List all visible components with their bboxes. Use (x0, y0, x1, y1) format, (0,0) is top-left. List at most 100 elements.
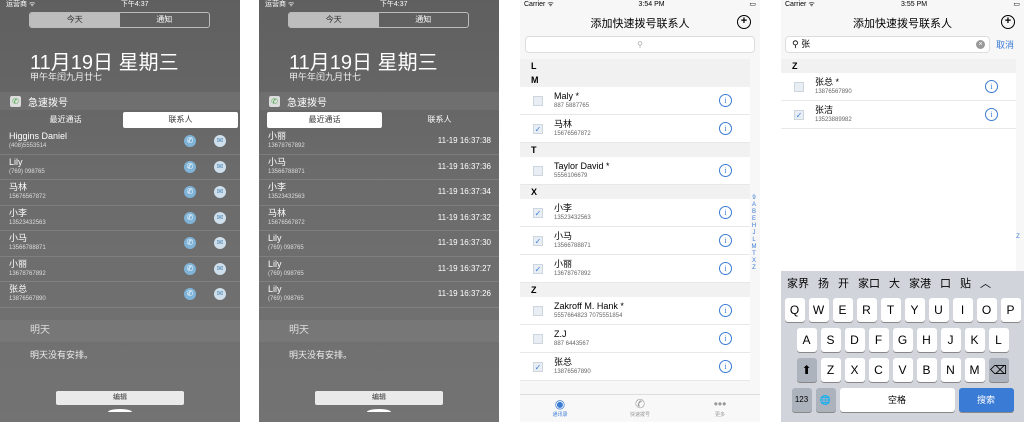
info-icon[interactable]: i (719, 332, 732, 345)
index-letter[interactable]: J (751, 230, 757, 237)
checkbox[interactable] (533, 306, 543, 316)
drag-handle-icon[interactable] (108, 409, 132, 415)
widget-header[interactable]: ✆ 急速拨号 (259, 92, 499, 110)
key[interactable]: C (868, 358, 889, 382)
call-icon[interactable]: ✆ (184, 186, 196, 198)
contact-row[interactable]: Higgins Daniel (408)5553514 ✆ ✉ (0, 129, 240, 155)
search-input[interactable]: ⚲ 张 × (785, 36, 990, 53)
call-row[interactable]: Lily (769) 098765 11-19 16:37:27 (259, 257, 499, 282)
index-letter[interactable]: H (751, 223, 757, 230)
checkbox[interactable]: ✓ (533, 264, 543, 274)
index-letter[interactable]: A (751, 202, 757, 209)
search-key[interactable]: 搜索 (958, 388, 1014, 412)
call-icon[interactable]: ✆ (184, 160, 196, 173)
contact-row[interactable]: 马林 15676567872 ✆ ✉ (0, 180, 240, 206)
index-letter[interactable]: X (751, 258, 757, 265)
list-item[interactable]: ✓ 小丽 13678767892 i (520, 255, 750, 283)
message-icon[interactable]: ✉ (214, 211, 226, 224)
info-icon[interactable]: i (985, 108, 998, 121)
key[interactable]: I (952, 298, 973, 322)
key[interactable]: F (868, 328, 889, 352)
key[interactable]: Y (904, 298, 925, 322)
key[interactable]: W (808, 298, 829, 322)
add-icon[interactable]: + (1001, 15, 1015, 29)
message-icon[interactable]: ✉ (214, 160, 226, 173)
candidate[interactable]: 家口 (858, 275, 880, 291)
info-icon[interactable]: i (719, 206, 732, 219)
call-row[interactable]: 马林 15676567872 11-19 16:37:32 (259, 206, 499, 231)
key[interactable]: H (916, 328, 937, 352)
tab-recent-calls[interactable]: 最近通话 (267, 112, 382, 128)
key[interactable]: R (856, 298, 877, 322)
list-item[interactable]: Taylor David * 5556106679 i (520, 157, 750, 185)
contact-row[interactable]: 小马 13566788871 ✆ ✉ (0, 231, 240, 257)
candidate[interactable]: 扬 (818, 275, 829, 291)
tab-today[interactable]: 今天 (289, 13, 379, 27)
tab-contacts[interactable]: ◉ 通讯录 (520, 395, 600, 422)
key[interactable]: P (1000, 298, 1021, 322)
contact-row[interactable]: 小丽 13678767892 ✆ ✉ (0, 257, 240, 282)
checkbox[interactable] (533, 334, 543, 344)
key[interactable]: B (916, 358, 937, 382)
tab-speed-dial[interactable]: ✆ 快速拨号 (600, 395, 680, 422)
candidate[interactable]: 开 (838, 275, 849, 291)
call-row[interactable]: Lily (769) 098765 11-19 16:37:26 (259, 282, 499, 308)
checkbox[interactable] (533, 166, 543, 176)
key[interactable]: V (892, 358, 913, 382)
key[interactable]: N (940, 358, 961, 382)
key[interactable]: S (820, 328, 841, 352)
add-icon[interactable]: + (737, 15, 751, 29)
list-item[interactable]: Zakroff M. Hank * 5557664823 7075551854 i (520, 297, 750, 325)
key[interactable]: Z (820, 358, 841, 382)
section-index[interactable]: 9ABEHJLMTXZ (751, 195, 757, 272)
list-item[interactable]: Z.J 887 6443567 i (520, 325, 750, 353)
key[interactable]: X (844, 358, 865, 382)
info-icon[interactable]: i (719, 262, 732, 275)
candidate[interactable]: 贴 (960, 275, 971, 291)
key[interactable]: U (928, 298, 949, 322)
key[interactable]: Q (784, 298, 805, 322)
info-icon[interactable]: i (985, 80, 998, 93)
checkbox[interactable]: ✓ (794, 110, 804, 120)
candidate[interactable]: 家界 (787, 275, 809, 291)
key[interactable]: A (796, 328, 817, 352)
list-item[interactable]: ✓ 小马 13566788871 i (520, 227, 750, 255)
key[interactable]: L (988, 328, 1009, 352)
checkbox[interactable]: ✓ (533, 208, 543, 218)
key[interactable]: K (964, 328, 985, 352)
tab-notifications[interactable]: 通知 (120, 13, 210, 27)
info-icon[interactable]: i (719, 360, 732, 373)
list-item[interactable]: Maly * 887 5887765 i (520, 87, 750, 115)
checkbox[interactable] (794, 82, 804, 92)
numbers-key[interactable]: 123 (791, 388, 812, 412)
call-icon[interactable]: ✆ (184, 135, 196, 147)
key[interactable]: D (844, 328, 865, 352)
info-icon[interactable]: i (719, 234, 732, 247)
tab-notifications[interactable]: 通知 (379, 13, 469, 27)
key[interactable]: J (940, 328, 961, 352)
search-input[interactable]: ⚲ (525, 36, 755, 53)
tab-contacts[interactable]: 联系人 (123, 112, 238, 128)
clear-icon[interactable]: × (976, 40, 985, 49)
message-icon[interactable]: ✉ (214, 186, 226, 198)
call-icon[interactable]: ✆ (184, 237, 196, 249)
candidate[interactable]: 大 (889, 275, 900, 291)
info-icon[interactable]: i (719, 122, 732, 135)
key[interactable]: O (976, 298, 997, 322)
call-icon[interactable]: ✆ (184, 262, 196, 275)
checkbox[interactable]: ✓ (533, 124, 543, 134)
list-item[interactable]: ✓ 张洁 13523889982 i (781, 101, 1016, 129)
list-item[interactable]: ✓ 小李 13523432563 i (520, 199, 750, 227)
contact-row[interactable]: 张总 13876567890 ✆ ✉ (0, 282, 240, 308)
message-icon[interactable]: ✉ (214, 288, 226, 300)
shift-key-icon[interactable]: ⬆ (796, 358, 817, 382)
key[interactable]: T (880, 298, 901, 322)
widget-header[interactable]: ✆ 急速拨号 (0, 92, 240, 110)
key[interactable]: E (832, 298, 853, 322)
info-icon[interactable]: i (719, 304, 732, 317)
checkbox[interactable]: ✓ (533, 236, 543, 246)
call-row[interactable]: 小丽 13678767892 11-19 16:37:38 (259, 129, 499, 155)
tab-contacts[interactable]: 联系人 (382, 112, 497, 128)
list-item[interactable]: ✓ 张总 13876567890 i (520, 353, 750, 381)
tab-today[interactable]: 今天 (30, 13, 120, 27)
